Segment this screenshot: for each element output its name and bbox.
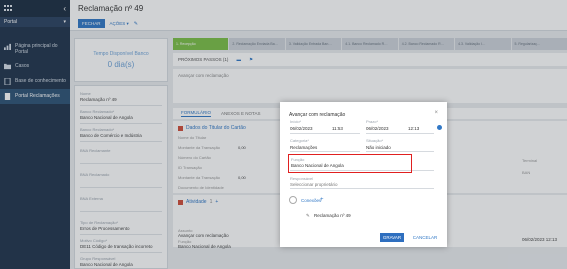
- activity-dialog: Avançar com reclamação ×: [280, 102, 447, 247]
- app-window: ‹ Portal ▾ Página principal do Portal Ca…: [0, 0, 567, 269]
- cancel-button[interactable]: CANCELAR: [411, 233, 439, 242]
- categoria-label: Categoria*: [290, 138, 309, 143]
- add-connection-button[interactable]: +: [320, 197, 324, 203]
- categoria-field[interactable]: Reclamações: [290, 145, 317, 150]
- conexoes-label: Conexões: [301, 198, 322, 203]
- timezone-icon[interactable]: [437, 125, 442, 130]
- inicio-time-field[interactable]: 11:53: [332, 126, 343, 131]
- situacao-label: Situação*: [366, 138, 384, 143]
- prazo-label: Prazo*: [366, 119, 379, 124]
- responsavel-field[interactable]: Seleccionar proprietário: [290, 182, 338, 187]
- highlight-box: [288, 154, 412, 173]
- connection-type-icon: ✎: [306, 213, 310, 218]
- connections-icon: [289, 196, 297, 204]
- prazo-date-field[interactable]: 06/02/2023: [366, 126, 389, 131]
- dialog-title: Avançar com reclamação: [289, 112, 346, 118]
- responsavel-label: Responsável: [290, 176, 314, 181]
- close-icon[interactable]: ×: [434, 110, 438, 116]
- save-button[interactable]: GRAVAR: [380, 233, 404, 242]
- connection-item[interactable]: Reclamação nº 49: [314, 213, 351, 218]
- inicio-date-field[interactable]: 06/02/2023: [290, 126, 313, 131]
- inicio-label: Início*: [290, 119, 302, 124]
- prazo-time-field[interactable]: 12:13: [408, 126, 419, 131]
- situacao-field[interactable]: Não iniciado: [366, 145, 391, 150]
